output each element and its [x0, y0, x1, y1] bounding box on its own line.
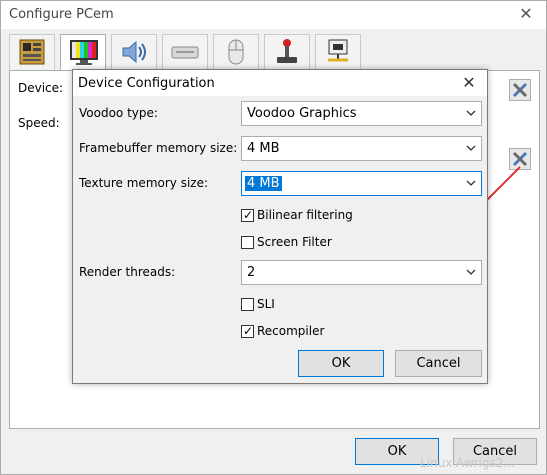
device-label: Device:	[18, 81, 64, 95]
tab-motherboard[interactable]	[9, 34, 55, 70]
chevron-down-icon	[466, 180, 476, 186]
network-icon	[328, 39, 348, 62]
render-threads-select[interactable]: 2	[241, 260, 482, 285]
sli-checkbox[interactable]	[241, 298, 254, 311]
framebuffer-select[interactable]: 4 MB	[241, 136, 482, 161]
mouse-icon	[228, 39, 244, 65]
bilinear-filtering-checkbox[interactable]: ✓	[241, 208, 254, 222]
device-configuration-dialog: Device Configuration ✕ Voodoo type: Vood…	[72, 69, 488, 384]
window-title: Configure PCem	[9, 7, 114, 22]
framebuffer-value: 4 MB	[247, 141, 280, 156]
screen-filter-label: Screen Filter	[257, 235, 332, 249]
monitor-icon	[70, 40, 98, 65]
chevron-down-icon	[466, 269, 476, 275]
drive-icon	[171, 46, 199, 59]
check-icon: ✓	[243, 208, 254, 222]
chevron-down-icon	[466, 110, 476, 116]
tab-mouse[interactable]	[213, 34, 259, 70]
device-configure-button[interactable]	[509, 79, 531, 101]
dialog-close-icon[interactable]: ✕	[459, 73, 479, 92]
recompiler-checkbox[interactable]: ✓	[241, 324, 254, 338]
sli-label: SLI	[257, 297, 275, 311]
tab-sound[interactable]	[111, 34, 157, 70]
chevron-down-icon	[466, 145, 476, 151]
tab-network[interactable]	[315, 34, 361, 70]
motherboard-icon	[19, 39, 45, 65]
dialog-title-bar: Device Configuration ✕	[73, 70, 487, 96]
texture-memory-label: Texture memory size:	[79, 176, 209, 190]
tab-drives[interactable]	[162, 34, 208, 70]
render-threads-label: Render threads:	[79, 265, 176, 279]
tab-joystick[interactable]	[264, 34, 310, 70]
voodoo-type-label: Voodoo type:	[79, 106, 158, 120]
voodoo-type-select[interactable]: Voodoo Graphics	[241, 101, 482, 126]
watermark-text: Linux Awrigs2...	[420, 456, 515, 470]
tools-icon	[512, 82, 528, 98]
texture-memory-value: 4 MB	[245, 176, 282, 191]
texture-memory-select[interactable]: 4 MB	[241, 171, 482, 196]
check-icon: ✓	[243, 324, 254, 338]
render-threads-value: 2	[247, 265, 256, 280]
window-title-bar: Configure PCem ✕	[1, 1, 546, 29]
speaker-icon	[122, 40, 146, 64]
window-close-icon[interactable]: ✕	[516, 4, 536, 23]
speed-label: Speed:	[18, 116, 60, 130]
voodoo-type-value: Voodoo Graphics	[247, 106, 357, 121]
framebuffer-label: Framebuffer memory size:	[79, 141, 238, 155]
tab-display[interactable]	[60, 34, 106, 71]
recompiler-label: Recompiler	[257, 324, 325, 338]
dialog-cancel-button[interactable]: Cancel	[395, 350, 482, 377]
dialog-title: Device Configuration	[78, 76, 215, 91]
bilinear-filtering-label: Bilinear filtering	[257, 208, 353, 222]
screen-filter-checkbox[interactable]	[241, 236, 254, 249]
dialog-ok-button[interactable]: OK	[298, 350, 384, 377]
joystick-icon	[277, 39, 297, 63]
